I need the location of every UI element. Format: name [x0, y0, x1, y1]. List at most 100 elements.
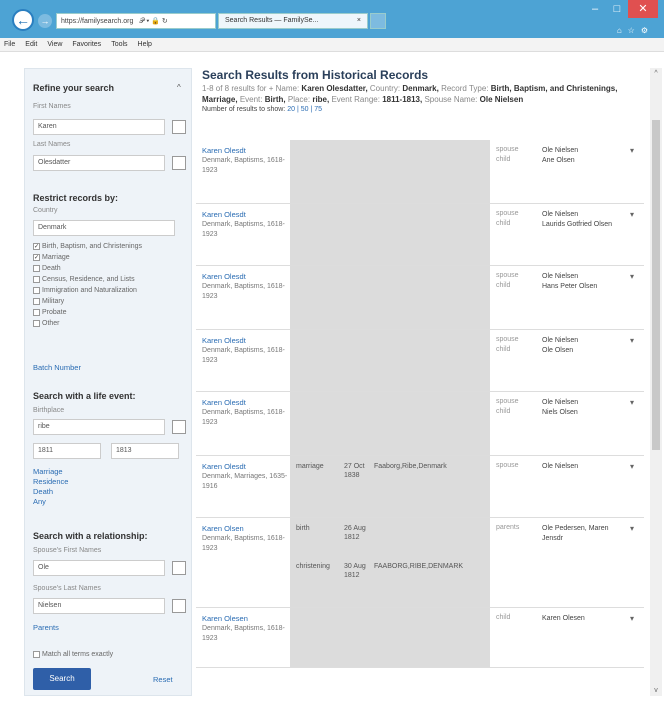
result-row[interactable]: Karen Olesen Denmark, Baptisms, 1618-1923…	[196, 608, 644, 668]
checkbox-census[interactable]	[33, 275, 40, 283]
spouse-first-exact-checkbox[interactable]	[172, 561, 186, 575]
result-collection: Denmark, Baptisms, 1618-1923	[202, 347, 285, 364]
expand-icon[interactable]: ▾	[630, 210, 634, 219]
first-names-input[interactable]: Karen	[33, 119, 165, 135]
event-link-marriage[interactable]: Marriage	[33, 467, 68, 477]
record-type-probate[interactable]: Probate	[33, 307, 185, 318]
event-link-residence[interactable]: Residence	[33, 477, 68, 487]
spouse-last-exact-checkbox[interactable]	[172, 599, 186, 613]
expand-icon[interactable]: ▾	[630, 272, 634, 281]
match-exact-checkbox[interactable]	[33, 650, 40, 658]
result-name-link[interactable]: Karen Olesdt	[202, 146, 246, 155]
menu-view[interactable]: View	[47, 41, 62, 48]
result-row[interactable]: Karen Olesdt Denmark, Baptisms, 1618-1923…	[196, 330, 644, 392]
checkbox-probate[interactable]	[33, 308, 40, 316]
expand-icon[interactable]: ▾	[630, 524, 634, 533]
search-button[interactable]: Search	[33, 668, 91, 690]
checkbox-military[interactable]	[33, 297, 40, 305]
first-names-exact-checkbox[interactable]	[172, 120, 186, 134]
result-collection: Denmark, Marriages, 1635-1916	[202, 473, 288, 490]
birthplace-input[interactable]: ribe	[33, 419, 165, 435]
event-link-death[interactable]: Death	[33, 487, 68, 497]
address-bar[interactable]: https://familysearch.org 𝒫 ▾ 🔒 ↻	[56, 13, 216, 29]
scroll-down-icon[interactable]: v	[650, 687, 662, 694]
birthplace-exact-checkbox[interactable]	[172, 420, 186, 434]
result-row[interactable]: Karen Olesdt Denmark, Baptisms, 1618-1923…	[196, 266, 644, 330]
event-links: Marriage Residence Death Any	[33, 467, 68, 507]
scroll-up-icon[interactable]: ^	[650, 70, 662, 77]
close-button[interactable]: ✕	[628, 0, 658, 18]
checkbox-birth[interactable]: ✓	[33, 242, 40, 250]
spouse-last-input[interactable]: Nielsen	[33, 598, 165, 614]
reset-link[interactable]: Reset	[153, 675, 173, 684]
spouse-first-input[interactable]: Ole	[33, 560, 165, 576]
checkbox-marriage[interactable]: ✓	[33, 253, 40, 261]
event-link-any[interactable]: Any	[33, 497, 68, 507]
results-per-page-options[interactable]: 20 | 50 | 75	[287, 106, 322, 113]
result-name-link[interactable]: Karen Olesdt	[202, 398, 246, 407]
result-row[interactable]: Karen Olesdt Denmark, Baptisms, 1618-1923…	[196, 392, 644, 456]
result-name-link[interactable]: Karen Olsen	[202, 524, 244, 533]
new-tab-button[interactable]	[370, 13, 386, 29]
expand-icon[interactable]: ▾	[630, 398, 634, 407]
browser-tab[interactable]: Search Results — FamilySe... ×	[218, 13, 368, 29]
minimize-button[interactable]: –	[584, 0, 606, 18]
expand-icon[interactable]: ▾	[630, 614, 634, 623]
refine-sidebar: Refine your search ^ First Names Karen L…	[24, 68, 192, 696]
scroll-thumb[interactable]	[652, 120, 660, 450]
toolbar-icons[interactable]: ⌂☆⚙	[617, 26, 654, 35]
checkbox-other[interactable]	[33, 319, 40, 327]
record-type-death[interactable]: Death	[33, 263, 185, 274]
result-name-link[interactable]: Karen Olesdt	[202, 210, 246, 219]
record-type-military[interactable]: Military	[33, 296, 185, 307]
expand-icon[interactable]: ▾	[630, 462, 634, 471]
home-icon[interactable]: ⌂	[617, 26, 628, 35]
scrollbar[interactable]: ^ v	[650, 68, 662, 696]
result-name-link[interactable]: Karen Olesen	[202, 614, 248, 623]
relation-label: child	[496, 282, 511, 289]
last-names-exact-checkbox[interactable]	[172, 156, 186, 170]
event-place: Faaborg,Ribe,Denmark	[374, 463, 447, 470]
record-type-birth[interactable]: ✓ Birth, Baptism, and Christenings	[33, 241, 185, 252]
result-name-link[interactable]: Karen Olesdt	[202, 336, 246, 345]
menu-favorites[interactable]: Favorites	[72, 41, 101, 48]
year-from-input[interactable]: 1811	[33, 443, 101, 459]
forward-button[interactable]: →	[38, 14, 52, 28]
maximize-button[interactable]: □	[606, 0, 628, 18]
relation-name: Ole Olsen	[542, 347, 574, 354]
result-row[interactable]: Karen Olesdt Denmark, Baptisms, 1618-1923…	[196, 204, 644, 266]
birthplace-label: Birthplace	[33, 407, 65, 414]
result-name-link[interactable]: Karen Olesdt	[202, 462, 246, 471]
country-input[interactable]: Denmark	[33, 220, 175, 236]
record-type-other[interactable]: Other	[33, 318, 185, 329]
record-type-marriage[interactable]: ✓ Marriage	[33, 252, 185, 263]
record-type-census[interactable]: Census, Residence, and Lists	[33, 274, 185, 285]
parents-link[interactable]: Parents	[33, 623, 59, 632]
gear-icon[interactable]: ⚙	[641, 26, 654, 35]
star-icon[interactable]: ☆	[628, 26, 641, 35]
tab-close-icon[interactable]: ×	[357, 17, 361, 24]
menu-edit[interactable]: Edit	[25, 41, 37, 48]
result-collection: Denmark, Baptisms, 1618-1923	[202, 283, 285, 300]
relation-label: spouse	[496, 210, 519, 217]
batch-number-link[interactable]: Batch Number	[33, 363, 81, 372]
expand-icon[interactable]: ▾	[630, 146, 634, 155]
expand-icon[interactable]: ▾	[630, 336, 634, 345]
result-row[interactable]: Karen Olsen Denmark, Baptisms, 1618-1923 p…	[196, 518, 644, 608]
collapse-icon[interactable]: ^	[177, 83, 181, 92]
result-name-link[interactable]: Karen Olesdt	[202, 272, 246, 281]
last-names-input[interactable]: Olesdatter	[33, 155, 165, 171]
checkbox-death[interactable]	[33, 264, 40, 272]
match-exact-row[interactable]: Match all terms exactly	[33, 649, 113, 660]
checkbox-immigration[interactable]	[33, 286, 40, 294]
menu-file[interactable]: File	[4, 41, 15, 48]
back-button[interactable]: ←	[12, 9, 34, 31]
record-type-immigration[interactable]: Immigration and Naturalization	[33, 285, 185, 296]
result-collection: Denmark, Baptisms, 1618-1923	[202, 625, 285, 642]
menu-tools[interactable]: Tools	[111, 41, 127, 48]
result-row[interactable]: Karen Olesdt Denmark, Marriages, 1635-191…	[196, 456, 644, 518]
year-to-input[interactable]: 1813	[111, 443, 179, 459]
relation-name: Ole Nielsen	[542, 399, 579, 406]
result-row[interactable]: Karen Olesdt Denmark, Baptisms, 1618-1923…	[196, 140, 644, 204]
menu-help[interactable]: Help	[138, 41, 152, 48]
